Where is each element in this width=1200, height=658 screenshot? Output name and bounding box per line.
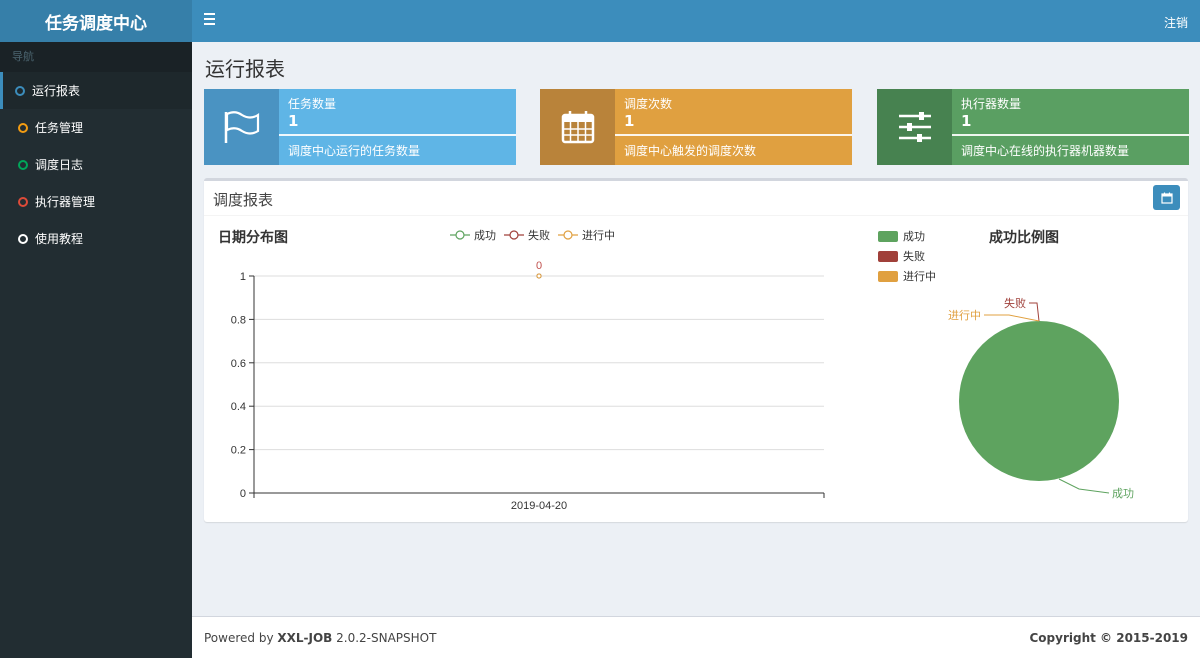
circle-icon xyxy=(18,233,28,244)
legend-marker xyxy=(504,230,524,240)
stat-value: 1 xyxy=(961,112,972,130)
pie-label: 进行中 xyxy=(948,309,981,322)
stat-description: 调度中心在线的执行器机器数量 xyxy=(961,144,1130,158)
legend-item-running[interactable]: 进行中 xyxy=(558,227,615,243)
menu-toggle-icon[interactable] xyxy=(204,13,216,27)
pie-slice xyxy=(959,321,1119,481)
legend-item-success[interactable]: 成功 xyxy=(450,227,496,243)
pie-label: 成功 xyxy=(1112,487,1134,500)
circle-icon xyxy=(18,122,28,133)
flag-icon xyxy=(204,89,279,165)
stat-label: 调度次数 xyxy=(624,97,673,111)
date-filter-button[interactable] xyxy=(1153,185,1180,210)
circle-icon xyxy=(18,196,28,207)
sidebar: 任务调度中心 导航 运行报表 任务管理 调度日志 执行器管理 使用教程 xyxy=(0,0,192,658)
sidebar-item-label: 任务管理 xyxy=(35,121,84,135)
progress-bar xyxy=(279,134,516,136)
progress-bar xyxy=(615,134,852,136)
calendar-icon xyxy=(540,89,615,165)
pie-legend-failed[interactable]: 失败 xyxy=(878,248,925,264)
legend-label: 失败 xyxy=(528,229,550,242)
sidebar-item-label: 运行报表 xyxy=(32,84,81,98)
footer-prefix: Powered by xyxy=(204,631,278,645)
y-tick-label: 0.4 xyxy=(231,401,246,413)
stat-box-triggers: 调度次数 1 调度中心触发的调度次数 xyxy=(540,89,852,165)
footer-powered: Powered by XXL-JOB 2.0.2-SNAPSHOT xyxy=(204,631,436,645)
pie-label: 失败 xyxy=(1004,296,1026,310)
legend-item-failed[interactable]: 失败 xyxy=(504,227,550,243)
sliders-icon xyxy=(877,89,952,165)
data-label: 0 xyxy=(536,260,542,272)
sidebar-item-logs[interactable]: 调度日志 xyxy=(0,146,192,183)
legend-marker xyxy=(558,230,578,240)
pie-chart: 成功 失败进行中 xyxy=(948,296,1134,500)
app-logo[interactable]: 任务调度中心 xyxy=(0,0,192,42)
data-point xyxy=(536,273,542,279)
legend-label: 失败 xyxy=(903,250,925,263)
sidebar-item-label: 调度日志 xyxy=(35,158,84,172)
calendar-icon xyxy=(1160,192,1173,204)
footer-brand[interactable]: XXL-JOB xyxy=(277,631,332,645)
box-header: 调度报表 xyxy=(204,181,1188,216)
stat-value: 1 xyxy=(624,112,635,130)
y-tick-label: 0.8 xyxy=(231,314,246,326)
stat-description: 调度中心触发的调度次数 xyxy=(624,144,757,158)
pie-leader-line xyxy=(984,314,1040,322)
line-chart: 0 0.2 0.4 0.6 0.8 1 2019-04-20 0 xyxy=(231,260,825,512)
logout-link[interactable]: 注销 xyxy=(1164,14,1188,31)
report-box: 调度报表 日期分布图 成功 失败 进行中 0 0.2 0.4 0.6 0.8 1… xyxy=(204,178,1188,522)
progress-bar xyxy=(952,134,1189,136)
line-chart-title: 日期分布图 xyxy=(218,230,288,246)
sidebar-item-jobs[interactable]: 任务管理 xyxy=(0,109,192,146)
legend-swatch xyxy=(878,270,898,282)
stat-box-jobs: 任务数量 1 调度中心运行的任务数量 xyxy=(204,89,516,165)
pie-leader-line xyxy=(1058,478,1110,494)
page-title: 运行报表 xyxy=(205,57,285,81)
sidebar-item-report[interactable]: 运行报表 xyxy=(0,72,192,109)
footer-version: 2.0.2-SNAPSHOT xyxy=(332,631,437,645)
y-tick-label: 0.2 xyxy=(231,445,246,457)
circle-icon xyxy=(15,85,25,96)
stat-value: 1 xyxy=(288,112,299,130)
pie-legend-success[interactable]: 成功 xyxy=(878,228,925,244)
footer-copyright: Copyright © 2015-2019 xyxy=(1029,631,1189,645)
legend-marker xyxy=(450,230,470,240)
legend-swatch xyxy=(878,230,898,242)
top-navbar: 注销 xyxy=(192,0,1200,42)
circle-icon xyxy=(18,159,28,170)
main-content: 运行报表 任务数量 1 调度中心运行的任务数量 调度次数 1 调度中心触发的调度… xyxy=(192,42,1200,616)
stat-label: 执行器数量 xyxy=(961,97,1022,111)
legend-label: 成功 xyxy=(903,230,925,243)
sidebar-item-label: 使用教程 xyxy=(35,232,84,246)
footer: Powered by XXL-JOB 2.0.2-SNAPSHOT Copyri… xyxy=(192,616,1200,658)
legend-swatch xyxy=(878,250,898,262)
x-tick-label: 2019-04-20 xyxy=(511,500,567,512)
sidebar-item-executors[interactable]: 执行器管理 xyxy=(0,183,192,220)
nav-header: 导航 xyxy=(0,42,192,72)
sidebar-item-help[interactable]: 使用教程 xyxy=(0,220,192,257)
stat-description: 调度中心运行的任务数量 xyxy=(288,144,421,158)
stat-label: 任务数量 xyxy=(288,97,337,111)
y-tick-label: 1 xyxy=(240,271,246,283)
stat-box-executors: 执行器数量 1 调度中心在线的执行器机器数量 xyxy=(877,89,1189,165)
pie-leader-line xyxy=(1029,302,1040,322)
box-title: 调度报表 xyxy=(213,191,274,209)
sidebar-item-label: 执行器管理 xyxy=(35,195,96,209)
y-tick-label: 0.6 xyxy=(231,358,246,370)
legend-label: 进行中 xyxy=(582,229,615,242)
legend-label: 成功 xyxy=(474,229,496,242)
pie-chart-title: 成功比例图 xyxy=(989,230,1059,246)
y-tick-label: 0 xyxy=(240,488,246,500)
